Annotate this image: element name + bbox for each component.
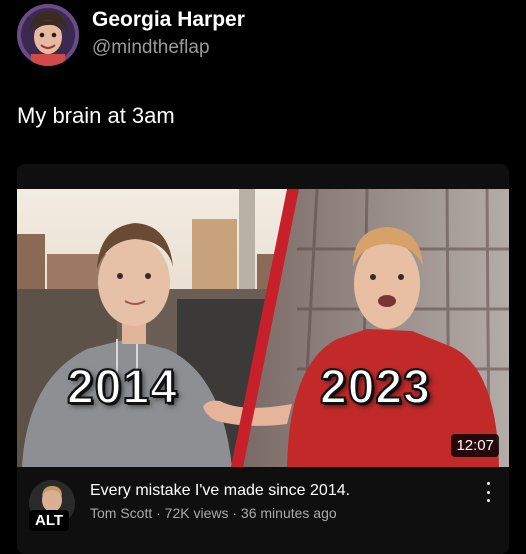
video-metadata: Tom Scott · 72K views · 36 minutes ago [90, 505, 337, 521]
year-label-right: 2023 [319, 360, 431, 415]
video-title[interactable]: Every mistake I've made since 2014. [90, 482, 350, 500]
alt-text-badge[interactable]: ALT [29, 510, 70, 531]
author-avatar[interactable] [17, 4, 79, 66]
video-thumbnail-image [17, 189, 509, 467]
video-thumbnail[interactable]: 2014 2023 12:07 [17, 189, 509, 467]
kebab-dot [486, 490, 490, 494]
author-handle[interactable]: @mindtheflap [92, 37, 210, 59]
video-card[interactable]: 2014 2023 12:07 ALT Every mistake I've m… [17, 164, 509, 554]
year-label-left: 2014 [66, 360, 178, 415]
author-avatar-image [17, 4, 79, 66]
kebab-dot [486, 499, 490, 502]
post-text: My brain at 3am [17, 103, 175, 128]
video-duration-badge: 12:07 [451, 434, 499, 457]
kebab-menu-icon[interactable] [481, 482, 495, 502]
kebab-dot [486, 482, 490, 485]
author-name[interactable]: Georgia Harper [92, 8, 245, 32]
